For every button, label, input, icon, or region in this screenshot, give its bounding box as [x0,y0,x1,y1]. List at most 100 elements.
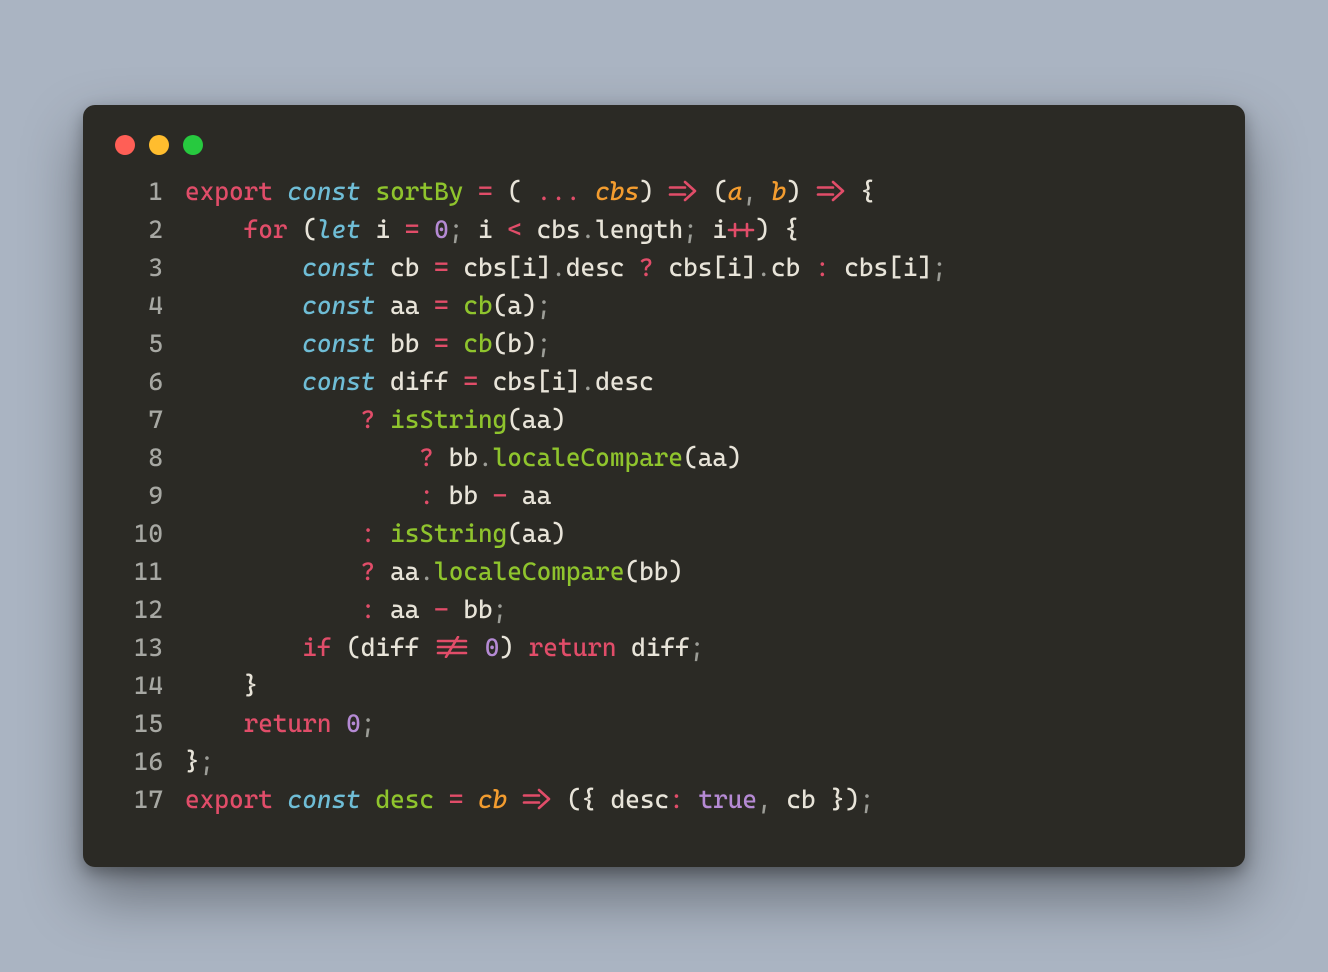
token [419,215,434,244]
token: ? [639,253,654,282]
code-line[interactable]: 7 ? isString(aa) [111,401,1217,439]
token [507,785,522,814]
line-content[interactable]: export const desc = cb ({ desc: true, cb… [185,781,1217,819]
code-line[interactable]: 5 const bb = cb(b); [111,325,1217,363]
line-content[interactable]: const diff = cbs[i].desc [185,363,1217,401]
token: ; [200,747,215,776]
token [375,519,390,548]
token [185,405,361,434]
token [361,785,376,814]
line-number: 5 [111,325,185,363]
code-line[interactable]: 13 if (diff 0) return diff; [111,629,1217,667]
token [185,519,361,548]
token: const [302,253,375,282]
token: a [728,177,743,206]
token [185,633,302,662]
code-line[interactable]: 14 } [111,667,1217,705]
token: = [434,253,449,282]
code-line[interactable]: 2 for (let i = 0; i < cbs.length; i) { [111,211,1217,249]
code-line[interactable]: 11 ? aa.localeCompare(bb) [111,553,1217,591]
window-minimize-icon[interactable] [149,135,169,155]
token [449,329,464,358]
token: ; [537,329,552,358]
line-content[interactable]: : bb - aa [185,477,1217,515]
token: i [361,215,405,244]
token: b [772,177,787,206]
line-content[interactable]: for (let i = 0; i < cbs.length; i) { [185,211,1217,249]
token: desc [375,785,434,814]
token: , [742,177,771,206]
token: cb [463,329,492,358]
line-number: 15 [111,705,185,743]
code-editor[interactable]: 1export const sortBy = ( ... cbs) (a, b)… [111,173,1217,819]
code-line[interactable]: 17export const desc = cb ({ desc: true, … [111,781,1217,819]
fat-arrow-icon [522,788,552,810]
code-line[interactable]: 9 : bb - aa [111,477,1217,515]
token: (a) [493,291,537,320]
token: isString [390,519,507,548]
token: cbs[i] [830,253,933,282]
line-content[interactable]: } [185,667,1217,705]
line-content[interactable]: }; [185,743,1217,781]
line-number: 8 [111,439,185,477]
token [434,785,449,814]
code-line[interactable]: 10 : isString(aa) [111,515,1217,553]
line-content[interactable]: : aa - bb; [185,591,1217,629]
code-line[interactable]: 16}; [111,743,1217,781]
token: ; [683,215,698,244]
token: = [405,215,420,244]
token: } [185,747,200,776]
line-number: 13 [111,629,185,667]
line-content[interactable]: const bb = cb(b); [185,325,1217,363]
line-content[interactable]: : isString(aa) [185,515,1217,553]
token: const [302,329,375,358]
line-content[interactable]: ? aa.localeCompare(bb) [185,553,1217,591]
token: i [698,215,727,244]
token: . [419,557,434,586]
token: : [419,481,434,510]
line-content[interactable]: ? isString(aa) [185,401,1217,439]
token: ... [522,177,595,206]
token: desc [595,367,654,396]
code-line[interactable]: 12 : aa - bb; [111,591,1217,629]
line-number: 14 [111,667,185,705]
window-zoom-icon[interactable] [183,135,203,155]
code-line[interactable]: 1export const sortBy = ( ... cbs) (a, b)… [111,173,1217,211]
line-content[interactable]: ? bb.localeCompare(aa) [185,439,1217,477]
code-line[interactable]: 4 const aa = cb(a); [111,287,1217,325]
line-content[interactable]: const aa = cb(a); [185,287,1217,325]
token: } [185,671,258,700]
fat-arrow-icon [816,180,846,202]
token: . [756,253,771,282]
line-number: 12 [111,591,185,629]
token: = [434,329,449,358]
window-titlebar [111,129,1217,173]
token [273,785,288,814]
token: cbs [522,215,581,244]
token: diff [375,367,463,396]
token [375,405,390,434]
code-line[interactable]: 15 return 0; [111,705,1217,743]
line-content[interactable]: const cb = cbs[i].desc ? cbs[i].cb : cbs… [185,249,1217,287]
fat-arrow-icon [668,180,698,202]
token: const [288,785,361,814]
window-close-icon[interactable] [115,135,135,155]
token [185,329,302,358]
token [463,785,478,814]
line-content[interactable]: return 0; [185,705,1217,743]
token: cbs[i] [654,253,757,282]
line-content[interactable]: export const sortBy = ( ... cbs) (a, b) … [185,173,1217,211]
line-content[interactable]: if (diff 0) return diff; [185,629,1217,667]
code-line[interactable]: 3 const cb = cbs[i].desc ? cbs[i].cb : c… [111,249,1217,287]
token [185,709,244,738]
token [185,215,244,244]
token: true [698,785,757,814]
token: const [302,367,375,396]
line-number: 7 [111,401,185,439]
code-line[interactable]: 6 const diff = cbs[i].desc [111,363,1217,401]
token: cb [771,253,815,282]
token: cbs [595,177,639,206]
token: 0 [434,215,449,244]
token: = [463,367,478,396]
code-line[interactable]: 8 ? bb.localeCompare(aa) [111,439,1217,477]
